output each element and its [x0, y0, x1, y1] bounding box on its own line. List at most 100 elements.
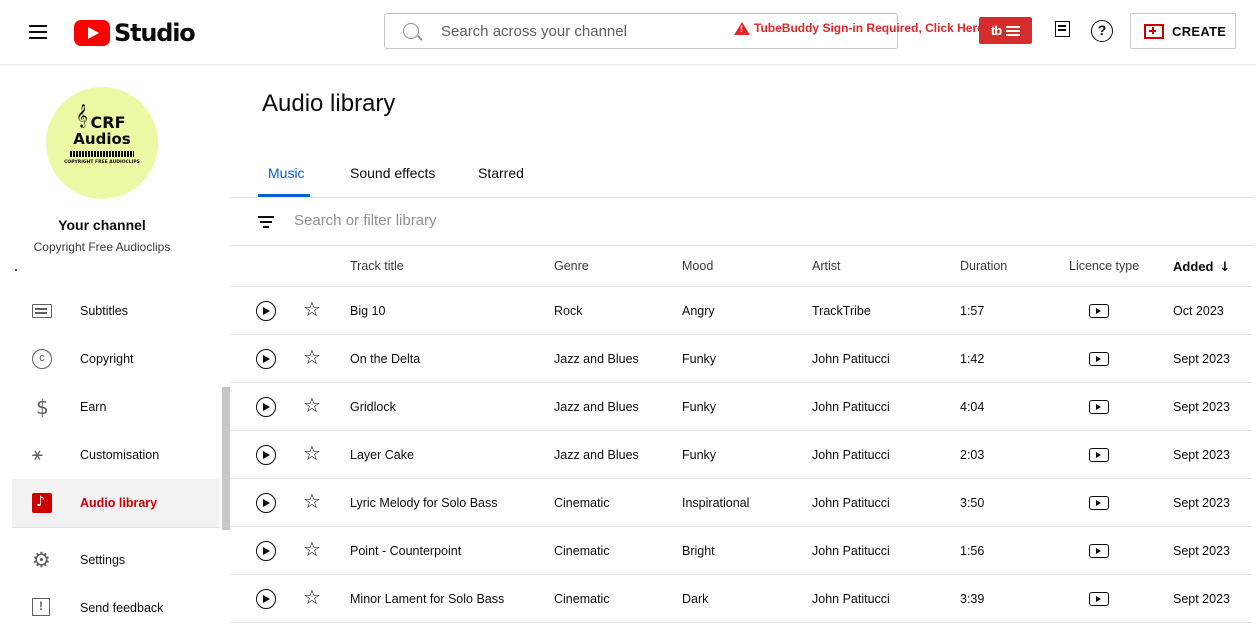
- track-artist: John Patitucci: [812, 448, 890, 462]
- play-icon[interactable]: [256, 349, 276, 369]
- play-icon[interactable]: [256, 397, 276, 417]
- top-bar: Studio TubeBuddy Sign-in Required, Click…: [0, 0, 1256, 64]
- filter-icon[interactable]: [258, 216, 274, 228]
- play-icon[interactable]: [256, 541, 276, 561]
- track-duration: 3:50: [960, 496, 985, 510]
- page-title: Audio library: [262, 90, 396, 117]
- sidebar-item-subtitles[interactable]: Subtitles: [12, 287, 220, 335]
- column-header-mood[interactable]: Mood: [682, 259, 713, 273]
- table-row[interactable]: ☆ Layer Cake Jazz and Blues Funky John P…: [230, 431, 1252, 479]
- sidebar-item-earn[interactable]: $ Earn: [12, 383, 220, 431]
- tab-sound-effects[interactable]: Sound effects: [350, 165, 435, 181]
- star-icon[interactable]: ☆: [303, 299, 321, 319]
- channel-avatar[interactable]: 𝄞 CRF Audios COPYRIGHT FREE AUDIOCLIPS: [46, 87, 158, 199]
- track-artist: John Patitucci: [812, 400, 890, 414]
- table-row[interactable]: ☆ Minor Lament for Solo Bass Cinematic D…: [230, 575, 1252, 623]
- play-icon[interactable]: [256, 445, 276, 465]
- copyright-icon: c: [32, 349, 52, 369]
- track-added: Sept 2023: [1173, 544, 1230, 558]
- table-header: Track title Genre Mood Artist Duration L…: [230, 246, 1252, 287]
- messages-icon[interactable]: [1052, 20, 1074, 42]
- youtube-play-icon: [74, 20, 110, 46]
- track-duration: 2:03: [960, 448, 985, 462]
- track-mood: Inspirational: [682, 496, 750, 510]
- track-mood: Funky: [682, 352, 717, 366]
- sidebar-item-customisation[interactable]: ⚹ Customisation: [12, 431, 220, 479]
- sidebar-item-audio-library[interactable]: Audio library: [12, 479, 220, 527]
- track-mood: Funky: [682, 448, 717, 462]
- track-mood: Dark: [682, 592, 709, 606]
- track-mood: Angry: [682, 304, 715, 318]
- table-row[interactable]: ☆ Lyric Melody for Solo Bass Cinematic I…: [230, 479, 1252, 527]
- column-header-artist[interactable]: Artist: [812, 259, 840, 273]
- customisation-icon: ⚹: [32, 444, 43, 465]
- tubebuddy-warning-text: TubeBuddy Sign-in Required, Click Here: [754, 21, 984, 35]
- table-row[interactable]: ☆ Point - Counterpoint Cinematic Bright …: [230, 527, 1252, 575]
- hamburger-menu-icon[interactable]: [26, 20, 50, 44]
- track-artist: John Patitucci: [812, 544, 890, 558]
- sidebar-item-copyright[interactable]: c Copyright: [12, 335, 220, 383]
- track-genre: Cinematic: [554, 496, 610, 510]
- column-header-licence[interactable]: Licence type: [1069, 259, 1139, 273]
- column-header-genre[interactable]: Genre: [554, 259, 589, 273]
- track-artist: John Patitucci: [812, 352, 890, 366]
- filter-bar: [230, 198, 1254, 246]
- table-row[interactable]: ☆ On the Delta Jazz and Blues Funky John…: [230, 335, 1252, 383]
- table-row[interactable]: ☆ Big 10 Rock Angry TrackTribe 1:57 Oct …: [230, 287, 1252, 335]
- track-title: Point - Counterpoint: [350, 544, 462, 558]
- star-icon[interactable]: ☆: [303, 539, 321, 559]
- tubebuddy-menu-icon: [1006, 25, 1021, 36]
- track-mood: Bright: [682, 544, 715, 558]
- sidebar-item-label: Audio library: [80, 496, 158, 510]
- studio-logo[interactable]: Studio: [74, 18, 196, 48]
- help-icon[interactable]: ?: [1091, 20, 1113, 42]
- sidebar-scrollbar[interactable]: [222, 387, 230, 530]
- tab-music[interactable]: Music: [268, 165, 305, 181]
- youtube-licence-icon: [1089, 592, 1109, 606]
- track-title: On the Delta: [350, 352, 421, 366]
- star-icon[interactable]: ☆: [303, 443, 321, 463]
- track-genre: Cinematic: [554, 544, 610, 558]
- track-title: Lyric Melody for Solo Bass: [350, 496, 498, 510]
- filter-input[interactable]: [294, 212, 694, 229]
- search-input[interactable]: [441, 23, 731, 40]
- track-artist: John Patitucci: [812, 496, 890, 510]
- tubebuddy-signin-warning[interactable]: TubeBuddy Sign-in Required, Click Here: [734, 21, 984, 35]
- column-header-title[interactable]: Track title: [350, 259, 404, 273]
- sidebar-item-send-feedback[interactable]: ! Send feedback: [12, 584, 220, 632]
- sidebar-divider: [12, 527, 220, 528]
- tab-starred[interactable]: Starred: [478, 165, 524, 181]
- play-icon[interactable]: [256, 301, 276, 321]
- star-icon[interactable]: ☆: [303, 395, 321, 415]
- channel-name: Copyright Free Audioclips: [33, 240, 171, 254]
- table-row[interactable]: ☆ Gridlock Jazz and Blues Funky John Pat…: [230, 383, 1252, 431]
- search-icon[interactable]: [403, 23, 419, 39]
- warning-icon: [734, 21, 750, 35]
- column-header-added[interactable]: Added ↓: [1173, 259, 1230, 275]
- track-genre: Jazz and Blues: [554, 448, 639, 462]
- star-icon[interactable]: ☆: [303, 587, 321, 607]
- library-tabs: Music Sound effects Starred: [230, 150, 1254, 198]
- track-artist: TrackTribe: [812, 304, 871, 318]
- track-duration: 1:42: [960, 352, 985, 366]
- track-title: Layer Cake: [350, 448, 414, 462]
- play-icon[interactable]: [256, 589, 276, 609]
- column-header-duration[interactable]: Duration: [960, 259, 1007, 273]
- sidebar-item-settings[interactable]: ⚙ Settings: [12, 536, 220, 584]
- youtube-licence-icon: [1089, 304, 1109, 318]
- tubebuddy-menu-button[interactable]: tb: [979, 17, 1032, 44]
- track-duration: 3:39: [960, 592, 985, 606]
- tubebuddy-logo: tb: [990, 23, 1002, 38]
- sidebar-item-label: Subtitles: [80, 304, 128, 318]
- play-icon[interactable]: [256, 493, 276, 513]
- star-icon[interactable]: ☆: [303, 347, 321, 367]
- sidebar-item-label: Copyright: [80, 352, 134, 366]
- create-video-icon: [1144, 23, 1164, 39]
- create-button[interactable]: CREATE: [1130, 13, 1236, 49]
- settings-icon: ⚙: [32, 548, 51, 572]
- youtube-licence-icon: [1089, 352, 1109, 366]
- track-title: Big 10: [350, 304, 386, 318]
- avatar-subtext: COPYRIGHT FREE AUDIOCLIPS: [64, 160, 140, 165]
- star-icon[interactable]: ☆: [303, 491, 321, 511]
- create-label: CREATE: [1172, 23, 1227, 39]
